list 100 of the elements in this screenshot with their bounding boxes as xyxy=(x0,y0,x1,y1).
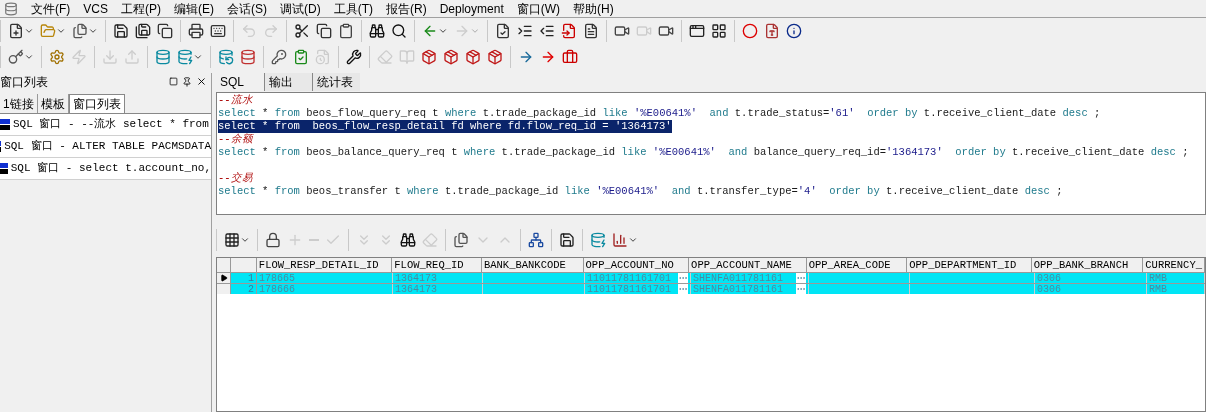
key-icon xyxy=(271,49,287,65)
copy-icon xyxy=(316,23,332,39)
sql-line: select * from beos_flow_query_req t where t.trade_package_id like '%E00641%' and t.trade_status='61' order by t.receive_client_date desc ; xyxy=(218,107,1101,120)
caret-icon xyxy=(628,235,638,245)
pin-icon[interactable] xyxy=(182,76,192,87)
editor-tab[interactable]: 统计表 xyxy=(312,73,360,91)
bolt-icon xyxy=(71,49,87,65)
window-list-label: SQL 窗口 - select t.account_no, xyxy=(10,161,211,177)
sql-line: select * from beos_balance_query_req t where t.trade_package_id like '%E00641%' and balance_query_req_id='1364173' order by t.receive_client_date desc ; xyxy=(218,146,1189,159)
column-header[interactable]: FLOW_REQ_ID xyxy=(392,258,482,272)
keyboard-icon xyxy=(210,23,226,39)
redo-icon xyxy=(263,23,279,39)
caret-icon xyxy=(24,52,34,62)
package-icon xyxy=(421,49,437,65)
database-icon xyxy=(240,49,256,65)
search-icon xyxy=(391,23,407,39)
binoculars-icon xyxy=(400,232,416,248)
row-number: 2 xyxy=(231,284,257,294)
table-cell: RMB xyxy=(1147,273,1205,283)
menu-item[interactable]: 窗口(W) xyxy=(516,2,561,15)
database-icon xyxy=(590,232,606,248)
printer-icon xyxy=(188,23,204,39)
key-icon xyxy=(8,49,24,65)
table-cell: 1364173 xyxy=(393,273,483,283)
sql-comment: --流水 xyxy=(218,94,253,107)
info-icon xyxy=(786,23,802,39)
window-list-item[interactable]: SQL 窗口 - select t.account_no, xyxy=(0,158,211,180)
column-header[interactable]: OPP_AREA_CODE xyxy=(806,258,908,272)
sql-line: select * from beos_transfer t where t.trade_package_id like '%E00641%' and t.transfer_type='4' order by t.receive_client_date desc ; xyxy=(218,185,1063,198)
table-cell: 178665 xyxy=(257,273,393,283)
column-header[interactable]: FLOW_RESP_DETAIL_ID xyxy=(256,258,393,272)
table-cell: 11011781161701 xyxy=(585,284,691,294)
column-header[interactable]: OPP_ACCOUNT_NAME xyxy=(689,258,807,272)
table-cell: 0306 xyxy=(1035,273,1147,283)
menu-item[interactable]: 文件(F) xyxy=(31,2,71,15)
menu-item[interactable]: 会话(S) xyxy=(227,2,267,15)
database-icon xyxy=(218,49,234,65)
sql-comment: --交易 xyxy=(218,172,253,185)
caret-icon xyxy=(24,26,34,36)
database-icon xyxy=(177,49,193,65)
document-clock-icon xyxy=(315,49,331,65)
tiles-icon xyxy=(711,23,727,39)
float-icon[interactable] xyxy=(169,77,178,86)
download-icon xyxy=(102,49,118,65)
camera-icon xyxy=(614,23,630,39)
app-icon xyxy=(4,1,18,16)
table-cell: 178666 xyxy=(257,284,393,294)
panel-tab[interactable]: 窗口列表 xyxy=(68,94,125,113)
table-cell: 0306 xyxy=(1035,284,1147,294)
undo-icon xyxy=(241,23,257,39)
panel-tab[interactable]: 1链接 xyxy=(0,94,38,113)
gear-icon xyxy=(49,49,65,65)
documents-icon xyxy=(72,23,88,39)
window-list-item[interactable]: SQL 窗口 - --流水 select * from xyxy=(0,114,211,136)
folder-icon xyxy=(40,23,56,39)
clipboard-icon xyxy=(338,23,354,39)
copy-icon xyxy=(157,23,173,39)
document-icon xyxy=(583,23,599,39)
table-cell: RMB xyxy=(1147,284,1205,294)
menu-item[interactable]: 报告(R) xyxy=(386,2,427,15)
camera-icon xyxy=(636,23,652,39)
scissors-icon xyxy=(294,23,310,39)
menu-item[interactable]: 工具(T) xyxy=(333,2,373,15)
toolbox-icon xyxy=(562,49,578,65)
caret-icon xyxy=(88,26,98,36)
sql-window-icon xyxy=(0,163,8,174)
column-header[interactable]: OPP_BANK_BRANCH xyxy=(1031,258,1144,272)
pdf-file-icon xyxy=(764,23,780,39)
table-cell: SHENFA011781161 xyxy=(691,284,809,294)
grid-icon xyxy=(224,232,240,248)
editor-tab[interactable]: 输出 xyxy=(264,73,312,91)
column-header[interactable]: OPP_DEPARTMENT_ID xyxy=(907,258,1032,272)
file-input-icon xyxy=(561,23,577,39)
caret-icon xyxy=(193,52,203,62)
bar-chart-icon xyxy=(612,232,628,248)
panel-tab[interactable]: 模板 xyxy=(37,94,69,113)
book-icon xyxy=(399,49,415,65)
tree-icon xyxy=(528,232,544,248)
menu-item[interactable]: Deployment xyxy=(439,2,504,15)
floppy-disks-icon xyxy=(135,23,151,39)
menu-item[interactable]: 帮助(H) xyxy=(573,2,614,15)
outdent-icon xyxy=(539,23,555,39)
eraser-icon xyxy=(422,232,438,248)
documents-icon xyxy=(453,232,469,248)
window-list-label: SQL 窗口 - --流水 select * from xyxy=(13,117,209,133)
menu-item[interactable]: 调试(D) xyxy=(280,2,321,15)
column-header[interactable]: BANK_BANKCODE xyxy=(481,258,584,272)
table-cell: SHENFA011781161 xyxy=(691,273,809,283)
package-icon xyxy=(443,49,459,65)
menu-item[interactable]: 工程(P) xyxy=(121,2,161,15)
caret-icon xyxy=(240,235,250,245)
close-icon[interactable] xyxy=(196,76,207,87)
sql-window-icon xyxy=(0,119,10,130)
binoculars-icon xyxy=(369,23,385,39)
column-header[interactable]: CURRENCY_ xyxy=(1143,258,1205,272)
menu-item[interactable]: VCS xyxy=(83,2,108,15)
sql-editor[interactable] xyxy=(216,92,1206,215)
menu-item[interactable]: 编辑(E) xyxy=(174,2,214,15)
column-header[interactable]: OPP_ACCOUNT_NO xyxy=(583,258,690,272)
caret-icon xyxy=(438,26,448,36)
